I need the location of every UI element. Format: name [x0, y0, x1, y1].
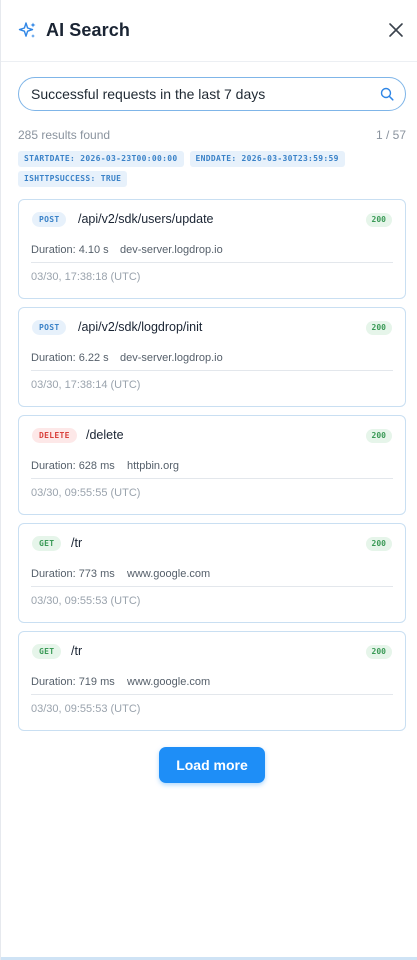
request-timestamp: 03/30, 17:38:18 (UTC) — [31, 271, 141, 283]
card-divider — [31, 478, 393, 479]
request-duration: Duration: 4.10 s — [31, 244, 109, 256]
method-badge: POST — [32, 320, 67, 335]
request-path: /api/v2/sdk/users/update — [78, 212, 214, 226]
results-meta: 285 results found 1 / 57 — [18, 128, 406, 144]
ai-search-panel: AI Search 285 results found 1 / 57 START… — [0, 0, 417, 960]
results-count: 285 results found — [18, 128, 111, 142]
method-badge: DELETE — [32, 428, 77, 443]
request-path: /tr — [71, 644, 83, 658]
status-badge: 200 — [365, 645, 392, 659]
request-timestamp: 03/30, 09:55:53 (UTC) — [31, 595, 141, 607]
request-timestamp: 03/30, 09:55:55 (UTC) — [31, 487, 141, 499]
request-duration: Duration: 719 ms — [31, 676, 115, 688]
status-badge: 200 — [365, 213, 392, 227]
request-timestamp: 03/30, 17:38:14 (UTC) — [31, 379, 141, 391]
status-badge: 200 — [365, 429, 392, 443]
request-timestamp: 03/30, 09:55:53 (UTC) — [31, 703, 141, 715]
filter-chips: STARTDATE: 2026-03-23T00:00:00 ENDDATE: 2… — [18, 151, 406, 191]
sparkles-icon — [18, 22, 36, 38]
request-host: dev-server.logdrop.io — [120, 244, 223, 256]
card-divider — [31, 694, 393, 695]
request-card[interactable]: DELETE /delete 200 Duration: 628 ms http… — [18, 415, 406, 515]
search-input[interactable] — [31, 78, 371, 110]
close-icon[interactable] — [388, 22, 404, 38]
filter-chip-enddate: ENDDATE: 2026-03-30T23:59:59 — [189, 151, 345, 167]
search-icon[interactable] — [380, 87, 394, 101]
request-host: httpbin.org — [127, 460, 179, 472]
request-card[interactable]: GET /tr 200 Duration: 719 ms www.google.… — [18, 631, 406, 731]
request-path: /api/v2/sdk/logdrop/init — [78, 320, 203, 334]
request-host: www.google.com — [127, 676, 211, 688]
load-more-button[interactable]: Load more — [159, 747, 265, 783]
card-divider — [31, 586, 393, 587]
request-host: www.google.com — [127, 568, 211, 580]
filter-chip-startdate: STARTDATE: 2026-03-23T00:00:00 — [18, 151, 184, 167]
page-indicator: 1 / 57 — [375, 128, 406, 142]
request-card[interactable]: POST /api/v2/sdk/logdrop/init 200 Durati… — [18, 307, 406, 407]
filter-chip-ishttpsuccess: ISHTTPSUCCESS: TRUE — [18, 171, 128, 187]
request-path: /tr — [71, 536, 83, 550]
search-box — [18, 77, 406, 111]
card-divider — [31, 262, 393, 263]
card-divider — [31, 370, 393, 371]
method-badge: GET — [32, 536, 62, 551]
request-card[interactable]: GET /tr 200 Duration: 773 ms www.google.… — [18, 523, 406, 623]
method-badge: POST — [32, 212, 67, 227]
request-path: /delete — [86, 428, 124, 442]
method-badge: GET — [32, 644, 62, 659]
request-host: dev-server.logdrop.io — [120, 352, 223, 364]
status-badge: 200 — [365, 321, 392, 335]
request-duration: Duration: 628 ms — [31, 460, 115, 472]
panel-title: AI Search — [46, 20, 130, 40]
request-duration: Duration: 6.22 s — [31, 352, 109, 364]
panel-header: AI Search — [1, 0, 417, 62]
status-badge: 200 — [365, 537, 392, 551]
request-duration: Duration: 773 ms — [31, 568, 115, 580]
request-card[interactable]: POST /api/v2/sdk/users/update 200 Durati… — [18, 199, 406, 299]
